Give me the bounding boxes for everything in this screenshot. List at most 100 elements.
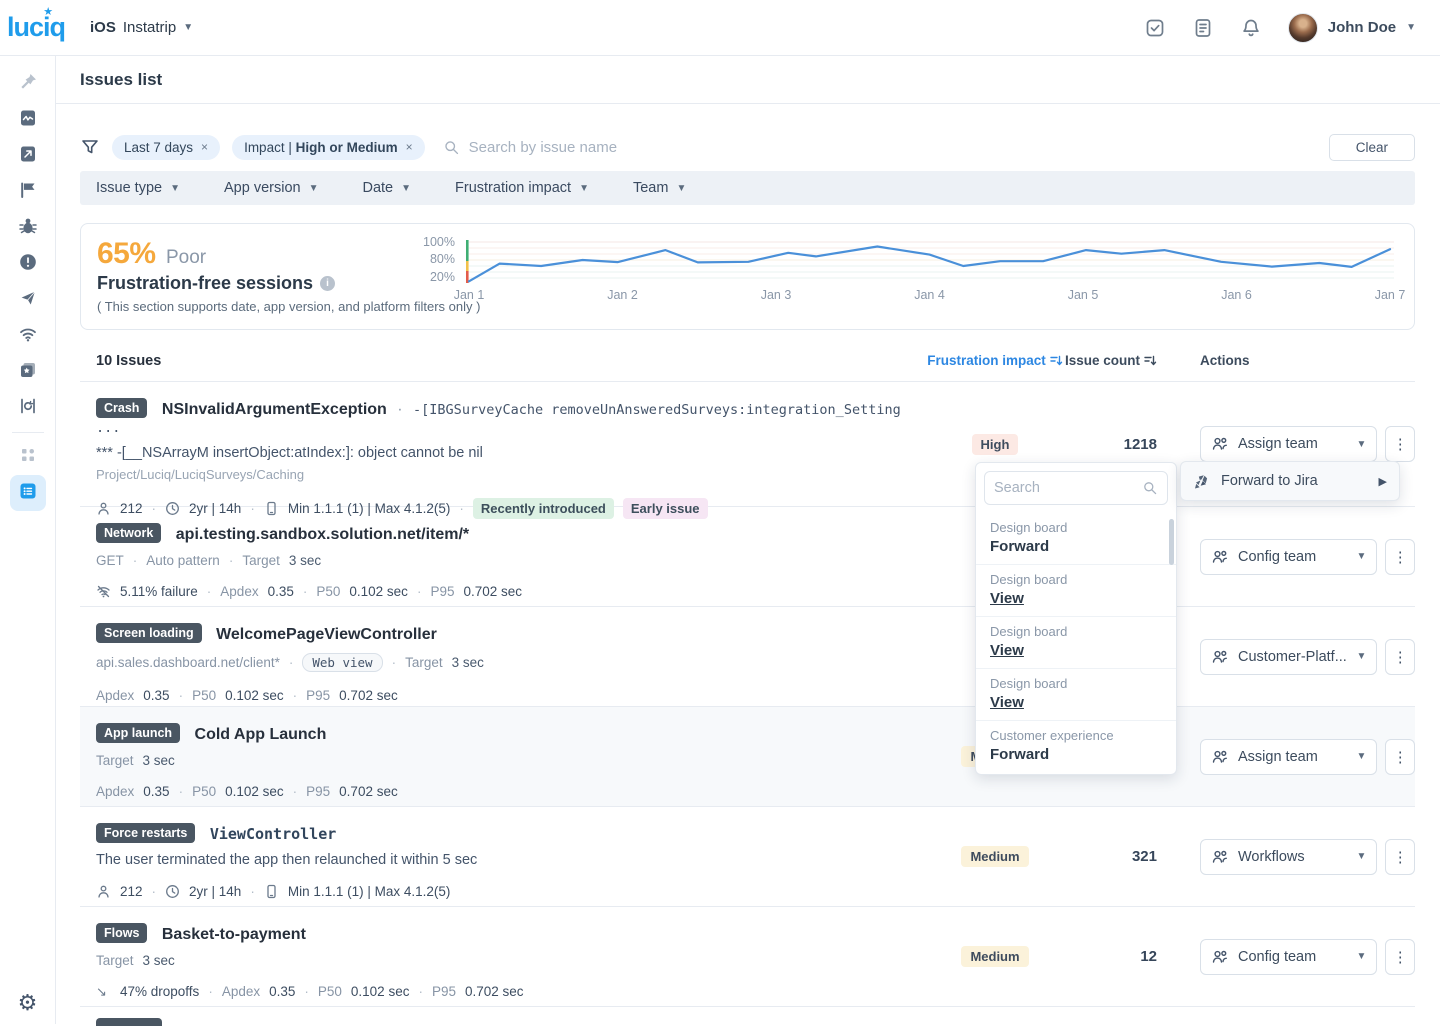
assign-team-button[interactable]: Assign team ▼ [1200,426,1377,462]
sort-icon [1144,355,1157,367]
x-axis-label: Jan 4 [914,288,945,302]
sidebar-item-bug-reports[interactable] [10,210,46,246]
tasks-icon[interactable] [1144,17,1166,39]
sidebar-item-apps-grid[interactable] [10,439,46,475]
platform-label: iOS [90,19,116,36]
app-switcher[interactable]: iOS Instatrip ▼ [90,19,193,36]
sidebar-item-pin[interactable] [10,66,46,102]
filter-chip-impact[interactable]: Impact | High or Medium × [232,135,425,160]
y-tick: 100% [423,235,455,249]
sort-frustration-impact[interactable]: Frustration impact [927,353,1063,368]
impact-badge: Medium [961,846,1028,867]
issue-row-screen-loading[interactable]: Screen loading WelcomePageViewController… [80,607,1415,707]
p95-value: 0.702 sec [339,688,398,703]
sort-issue-count[interactable]: Issue count [1065,353,1157,368]
device-icon [264,884,279,899]
issue-type-badge: Crash [96,398,147,418]
team-search [984,471,1168,505]
apdex-value: 0.35 [143,688,169,703]
filter-dropdown-bar: Issue type▼ App version▼ Date▼ Frustrati… [80,171,1415,205]
filter-issue-type[interactable]: Issue type▼ [96,180,180,196]
target-value: 3 sec [289,553,321,568]
bell-icon[interactable] [1240,17,1262,39]
export-doc-icon [18,144,38,169]
sidebar-item-releases[interactable] [10,138,46,174]
user-menu[interactable]: John Doe ▼ [1288,13,1416,43]
clear-filters-button[interactable]: Clear [1329,134,1415,161]
axis-mid-band [466,261,469,271]
sidebar-item-session-replay[interactable] [10,390,46,426]
actions-column-header: Actions [1200,353,1415,368]
sidebar-item-performance[interactable] [10,102,46,138]
issue-row-app-launch[interactable]: App launch Cold App Launch Target 3 sec … [80,707,1415,807]
assign-team-button[interactable]: Config team ▼ [1200,539,1377,575]
filter-team[interactable]: Team▼ [633,180,686,196]
team-option-view-3[interactable]: Design board View [976,668,1176,720]
webview-chip: Web view [302,653,382,672]
issue-row-force-restarts[interactable]: Force restarts ViewController The user t… [80,807,1415,907]
x-axis-label: Jan 1 [454,288,485,302]
users-icon [96,884,111,899]
luciq-logo[interactable]: luciq ★ [8,12,64,43]
sidebar-item-feature-flags[interactable] [10,174,46,210]
issues-table-header: 10 Issues Frustration impact Issue count… [80,340,1415,382]
issue-title: NSInvalidArgumentException [162,401,387,418]
frustration-summary-card: 65% Poor Frustration-free sessions i ( T… [80,223,1415,330]
sidebar-item-network[interactable] [10,318,46,354]
assign-team-button[interactable]: Config team ▼ [1200,939,1377,975]
sidebar-item-crashes[interactable] [10,246,46,282]
sidebar-item-surveys[interactable] [10,282,46,318]
team-option-view-1[interactable]: Design board View [976,564,1176,616]
filter-date[interactable]: Date▼ [362,180,411,196]
settings-gear-icon[interactable]: ⚙ [18,990,38,1016]
team-option-forward-1[interactable]: Design board Forward [976,513,1176,564]
issue-count: 321 [1065,807,1165,906]
filter-app-version[interactable]: App version▼ [224,180,318,196]
assign-team-button[interactable]: Workflows ▼ [1200,839,1377,875]
issue-row-network[interactable]: Network api.testing.sandbox.solution.net… [80,507,1415,607]
chevron-down-icon: ▼ [1357,651,1367,662]
collection-star-icon [18,360,38,385]
impact-badge: Medium [961,946,1028,967]
issue-row-flows[interactable]: Flows Basket-to-payment Target 3 sec ↘ 4… [80,907,1415,1007]
team-icon [1211,748,1229,766]
sidebar-divider [12,432,44,433]
bug-icon [18,216,38,241]
filter-chip-duration[interactable]: Last 7 days × [112,135,220,160]
row-menu-button[interactable]: ⋮ [1385,739,1415,775]
row-menu-button[interactable]: ⋮ [1385,939,1415,975]
filter-frustration-impact[interactable]: Frustration impact▼ [455,180,589,196]
filter-funnel-icon [80,137,100,157]
issue-type-badge: Screen loading [96,623,202,643]
target-label: Target [96,753,134,768]
luciq-logo-text: luciq [7,12,65,43]
release-notes-icon[interactable] [1192,17,1214,39]
x-axis-label: Jan 3 [761,288,792,302]
row-menu-button[interactable]: ⋮ [1385,639,1415,675]
assign-team-button[interactable]: Customer-Platf... ▼ [1200,639,1377,675]
chip-close-icon[interactable]: × [406,140,413,154]
alert-circle-icon [18,252,38,277]
version-range: Min 1.1.1 (1) | Max 4.1.2(5) [288,884,451,899]
info-icon[interactable]: i [320,276,335,291]
team-search-input[interactable] [994,480,1136,496]
issue-type-badge: Network [96,523,161,543]
team-icon [1211,848,1229,866]
sidebar-item-collections[interactable] [10,354,46,390]
team-option-view-2[interactable]: Design board View [976,616,1176,668]
chip-close-icon[interactable]: × [201,140,208,154]
forward-to-jira-menu-item[interactable]: Forward to Jira ▶ [1180,461,1400,501]
issue-title: ViewController [210,825,336,843]
row-menu-button[interactable]: ⋮ [1385,839,1415,875]
row-menu-button[interactable]: ⋮ [1385,539,1415,575]
dropdown-scrollbar[interactable] [1169,519,1174,565]
row-menu-button[interactable]: ⋮ [1385,426,1415,462]
p50-value: 0.102 sec [225,688,284,703]
replay-icon [18,396,38,421]
assign-team-button[interactable]: Assign team ▼ [1200,739,1377,775]
chevron-down-icon: ▼ [1357,751,1367,762]
sidebar-item-issues-list[interactable] [10,475,46,511]
team-option-forward-2[interactable]: Customer experience Forward [976,720,1176,772]
search-input[interactable] [469,139,1329,156]
p95-value: 0.702 sec [463,584,522,599]
